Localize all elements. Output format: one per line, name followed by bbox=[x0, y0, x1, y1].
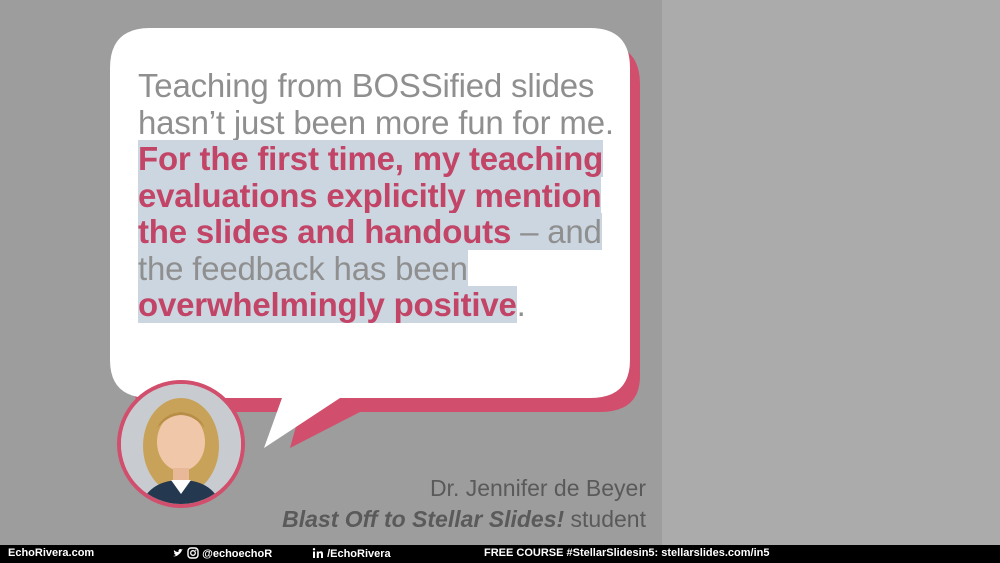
author-name: Dr. Jennifer de Beyer bbox=[429, 475, 646, 501]
instagram-icon bbox=[187, 547, 199, 559]
testimonial-quote: Teaching from BOSSified slides hasn’t ju… bbox=[138, 67, 648, 324]
linkedin-icon bbox=[312, 548, 323, 558]
author-role: student bbox=[564, 506, 646, 532]
social-handle: @echoechoR bbox=[202, 548, 273, 560]
attribution: Dr. Jennifer de Beyer Blast Off to Stell… bbox=[282, 473, 646, 535]
avatar bbox=[117, 380, 245, 508]
speech-bubble: Teaching from BOSSified slides hasn’t ju… bbox=[0, 0, 662, 545]
linkedin-handle: /EchoRivera bbox=[327, 548, 391, 560]
quote-intro: Teaching from BOSSified slides hasn’t ju… bbox=[138, 67, 614, 141]
linkedin-group[interactable]: /EchoRivera bbox=[312, 547, 391, 560]
twitter-icon bbox=[173, 549, 183, 557]
quote-emphasis-second: overwhelmingly positive bbox=[138, 286, 517, 323]
course-promo-link[interactable]: FREE COURSE #StellarSlidesin5: stellarsl… bbox=[484, 547, 770, 559]
course-name: Blast Off to Stellar Slides! bbox=[282, 506, 565, 532]
right-background-panel bbox=[662, 0, 1000, 545]
quote-end: . bbox=[516, 286, 526, 323]
portrait-image bbox=[121, 384, 241, 504]
social-group[interactable]: @echoechoR bbox=[172, 547, 272, 560]
author-course-line: Blast Off to Stellar Slides! student bbox=[282, 504, 646, 535]
footer-bar: EchoRivera.com @echoechoR /EchoRivera FR… bbox=[0, 545, 1000, 563]
site-link[interactable]: EchoRivera.com bbox=[8, 547, 94, 559]
